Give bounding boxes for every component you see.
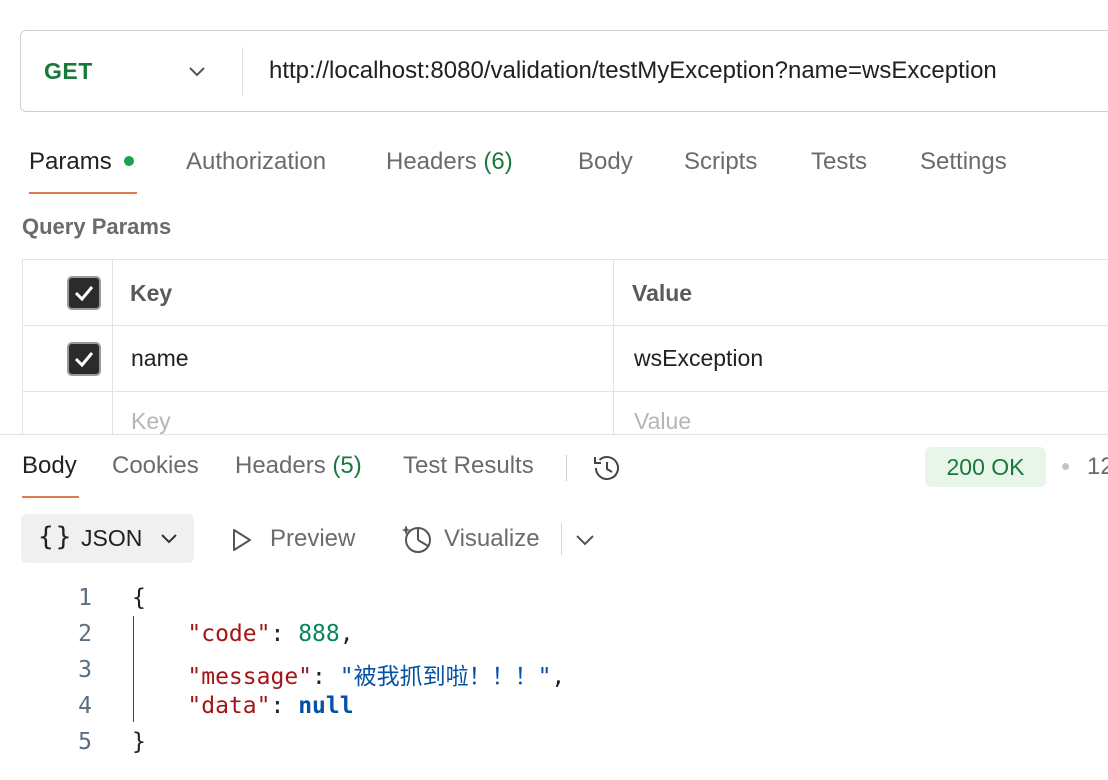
line-number: 2 [78, 621, 92, 647]
status-badge[interactable]: 200 OK [925, 447, 1046, 487]
tab-tests[interactable]: Tests [811, 148, 867, 176]
active-tab-underline [29, 192, 137, 194]
response-tab-headers-label: Headers [235, 452, 326, 479]
code-line: "message": "被我抓到啦！！！", [187, 664, 566, 690]
json-key: "message" [187, 664, 313, 690]
code-line: "data": null [187, 693, 354, 719]
json-braces-icon: {} [38, 522, 74, 552]
separator-dot [1062, 463, 1069, 470]
tab-settings[interactable]: Settings [920, 148, 1007, 176]
request-url-bar: GET http://localhost:8080/validation/tes… [20, 30, 1108, 112]
preview-button[interactable]: Preview [270, 525, 355, 553]
line-number: 5 [78, 729, 92, 755]
format-label: JSON [81, 525, 143, 551]
response-tab-test-results[interactable]: Test Results [403, 452, 534, 480]
response-time[interactable]: 12 [1087, 453, 1108, 481]
visualize-icon[interactable] [400, 522, 434, 556]
column-divider [613, 259, 614, 434]
tab-params[interactable]: Params [29, 148, 134, 176]
preview-play-icon[interactable] [230, 527, 254, 553]
new-param-value-input[interactable]: Value [634, 408, 691, 435]
tab-scripts[interactable]: Scripts [684, 148, 757, 176]
divider [566, 455, 567, 481]
tab-headers-count: (6) [483, 148, 513, 175]
line-number: 1 [78, 585, 92, 611]
tab-params-label: Params [29, 148, 112, 175]
column-header-value: Value [632, 280, 693, 306]
response-tab-cookies[interactable]: Cookies [112, 452, 199, 480]
checkbox-checked-icon [74, 352, 94, 368]
panel-divider [0, 434, 1108, 435]
json-value: "被我抓到啦！！！" [339, 664, 552, 690]
tab-headers-label: Headers [386, 148, 477, 175]
query-params-title: Query Params [22, 214, 172, 239]
json-key: "code" [187, 621, 271, 647]
line-number: 3 [78, 657, 92, 683]
select-all-checkbox[interactable] [67, 276, 101, 310]
json-brace: { [132, 585, 146, 611]
json-value: null [298, 693, 354, 719]
tab-headers[interactable]: Headers (6) [386, 148, 513, 176]
param-key-cell[interactable]: name [131, 345, 189, 372]
json-key: "data" [187, 693, 271, 719]
code-line: { [132, 585, 146, 611]
row-divider [22, 391, 1108, 392]
param-row-checkbox[interactable] [67, 342, 101, 376]
response-tab-headers-count: (5) [332, 452, 362, 479]
json-value: 888 [298, 621, 340, 647]
history-icon[interactable] [589, 451, 623, 485]
tab-body[interactable]: Body [578, 148, 633, 176]
divider [242, 47, 243, 95]
active-response-tab-underline [22, 496, 79, 498]
divider [561, 523, 562, 555]
column-header-key: Key [130, 280, 173, 306]
line-number: 4 [78, 693, 92, 719]
chevron-down-icon[interactable] [187, 61, 207, 81]
code-line: "code": 888, [187, 621, 354, 647]
checkbox-checked-icon [74, 286, 94, 302]
param-value-cell[interactable]: wsException [634, 345, 763, 372]
tab-authorization[interactable]: Authorization [186, 148, 326, 176]
response-tab-headers[interactable]: Headers (5) [235, 452, 362, 480]
chevron-down-icon[interactable] [574, 530, 596, 550]
chevron-down-icon [161, 534, 177, 544]
json-brace: } [132, 729, 146, 755]
visualize-button[interactable]: Visualize [444, 525, 540, 553]
url-input[interactable]: http://localhost:8080/validation/testMyE… [269, 57, 997, 85]
new-param-key-input[interactable]: Key [131, 408, 171, 435]
column-divider [112, 259, 113, 434]
method-selector[interactable]: GET [44, 58, 93, 85]
params-active-dot [123, 155, 134, 166]
format-selector[interactable]: {} JSON [21, 514, 194, 563]
row-divider [22, 325, 1108, 326]
code-line: } [132, 729, 146, 755]
response-tab-body[interactable]: Body [22, 452, 77, 480]
